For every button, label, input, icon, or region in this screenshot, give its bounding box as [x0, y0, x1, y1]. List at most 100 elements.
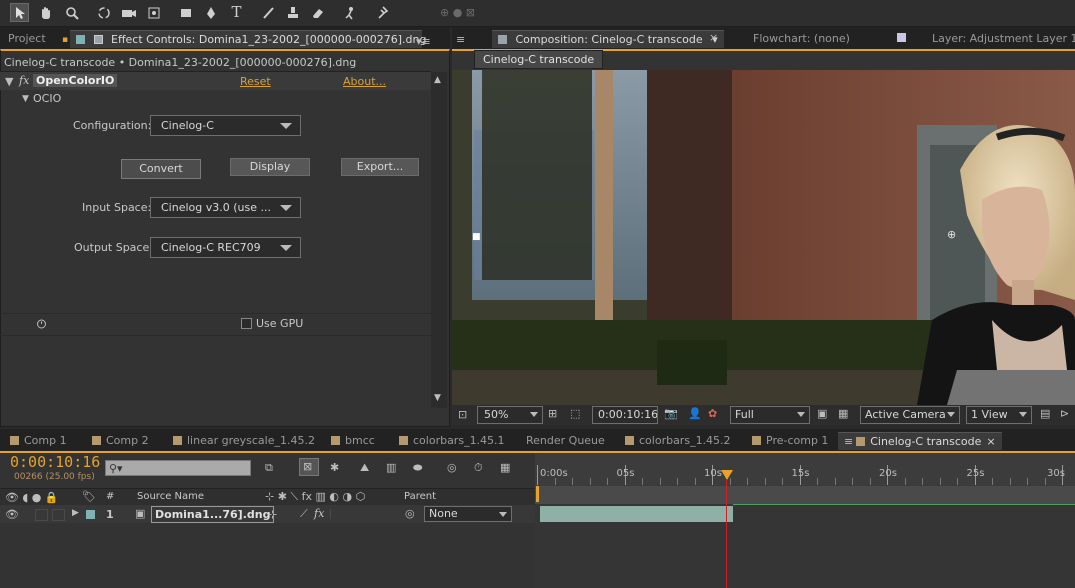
pan-behind-tool-icon[interactable] [144, 3, 163, 22]
anchor-point-icon[interactable]: ⊕ [947, 229, 956, 240]
zoom-dropdown[interactable]: 50% [477, 406, 543, 424]
tab-composition[interactable]: Composition: Cinelog-C transcode ▾ [492, 30, 724, 48]
tab-effect-controls[interactable]: Effect Controls: Domina1_23-2002_[000000… [70, 30, 426, 48]
tab-flowchart[interactable]: Flowchart: (none) [747, 30, 856, 47]
tab-cinelog-transcode[interactable]: ≡ Cinelog-C transcode × [838, 432, 1002, 450]
use-gpu-checkbox[interactable] [241, 318, 252, 329]
resolution-dropdown[interactable]: Full [730, 406, 810, 424]
camera-tool-icon[interactable] [119, 3, 138, 22]
convert-button[interactable]: Convert [121, 159, 201, 179]
shy-switch-icon[interactable]: ⊹ [268, 509, 277, 520]
layer-handle-icon[interactable]: ■ [472, 233, 481, 242]
fx-icon[interactable]: fx [19, 74, 29, 87]
export-button[interactable]: Export... [341, 158, 419, 176]
composition-viewer[interactable]: ■ ⊕ [452, 70, 1075, 405]
rotation-tool-icon[interactable] [94, 3, 113, 22]
roto-brush-tool-icon[interactable] [340, 3, 359, 22]
collapse-arrow-icon[interactable]: ▼ [5, 76, 13, 87]
draft-3d-icon[interactable]: ✱ [330, 462, 339, 473]
frame-blending-icon[interactable]: ▥ [386, 462, 396, 473]
reset-link[interactable]: Reset [240, 75, 271, 88]
ocio-collapse-icon[interactable]: ▼ [22, 95, 29, 104]
close-icon[interactable]: × [709, 32, 718, 43]
auto-keyframe-icon[interactable]: ⏱ [474, 462, 483, 473]
tab-comp-2[interactable]: Comp 2 [86, 432, 155, 449]
comp-name-tab[interactable]: Cinelog-C transcode [474, 50, 604, 69]
tab-render-queue[interactable]: Render Queue [520, 432, 611, 449]
eye-icon[interactable]: 👁 [5, 509, 19, 520]
about-link[interactable]: About... [343, 75, 386, 88]
menu-icon[interactable]: ≡ [456, 34, 465, 45]
layer-label-color[interactable] [86, 510, 95, 519]
tab-layer[interactable]: Layer: Adjustment Layer 1 [926, 30, 1075, 47]
fast-previews-icon[interactable]: ⊳ [1060, 408, 1069, 419]
grid-icon[interactable]: ⊞ [548, 408, 557, 419]
tab-bmcc[interactable]: bmcc [325, 432, 381, 449]
scrollbar[interactable]: ▲ ▼ [431, 72, 447, 408]
tab-colorbars-1451[interactable]: colorbars_1.45.1 [393, 432, 511, 449]
axis-mode-icon[interactable]: ⊕ ● ⊠ [440, 7, 475, 18]
work-area-bar[interactable] [535, 486, 1075, 504]
current-time-display[interactable]: 0:00:10:16 [10, 453, 100, 471]
tab-comp-1[interactable]: Comp 1 [4, 432, 73, 449]
brainstorm-icon[interactable]: ◎ [447, 462, 457, 473]
snapshot-icon[interactable]: 📷 [664, 408, 678, 419]
display-button[interactable]: Display [230, 158, 310, 176]
output-space-dropdown[interactable]: Cinelog-C REC709 [150, 237, 301, 258]
hide-shy-icon[interactable]: ⛰ [360, 462, 369, 473]
transparency-grid-icon[interactable]: ▦ [838, 408, 848, 419]
hand-tool-icon[interactable] [36, 3, 55, 22]
column-source-name[interactable]: Source Name [137, 491, 204, 502]
tab-project[interactable]: Project [2, 30, 52, 47]
show-snapshot-icon[interactable]: 👤 [688, 408, 702, 419]
playhead-handle[interactable] [721, 470, 733, 480]
layer-duration-bar[interactable] [540, 506, 733, 522]
layer-name[interactable]: Domina1...76].dng [151, 506, 275, 523]
selection-tool-icon[interactable] [10, 3, 29, 22]
comp-panel-tabbar: ≡ Composition: Cinelog-C transcode ▾ × F… [452, 27, 1075, 49]
tab-pre-comp-1[interactable]: Pre-comp 1 [746, 432, 834, 449]
lock-toggle[interactable] [52, 509, 65, 521]
scroll-down-icon[interactable]: ▼ [434, 394, 441, 403]
channel-icon[interactable]: ✿ [708, 408, 717, 419]
tab-colorbars-1452[interactable]: colorbars_1.45.2 [619, 432, 737, 449]
mask-visibility-icon[interactable]: ⬚ [570, 408, 580, 419]
eraser-tool-icon[interactable] [308, 3, 327, 22]
brush-tool-icon[interactable] [258, 3, 277, 22]
input-space-dropdown[interactable]: Cinelog v3.0 (use ... [150, 197, 301, 218]
effect-name[interactable]: OpenColorIO [33, 74, 118, 87]
zoom-tool-icon[interactable] [62, 3, 81, 22]
live-update-button[interactable]: ⊠ [299, 458, 319, 476]
expand-arrow-icon[interactable]: ▶ [72, 509, 79, 518]
graph-editor-icon[interactable]: ▦ [500, 462, 510, 473]
type-tool-icon[interactable]: T [227, 3, 246, 22]
panel-menu-icon[interactable]: ▾≡ [416, 36, 431, 47]
column-parent[interactable]: Parent [404, 491, 436, 502]
comp-mini-flowchart-icon[interactable]: ⧉ [265, 462, 273, 473]
configuration-dropdown[interactable]: Cinelog-C [150, 115, 301, 136]
parent-dropdown[interactable]: None [424, 506, 512, 522]
search-input[interactable]: ⚲▾ [105, 460, 251, 476]
motion-blur-icon[interactable]: ⬬ [413, 462, 422, 473]
stopwatch-icon[interactable] [36, 318, 47, 331]
solo-toggle[interactable] [35, 509, 48, 521]
pickwhip-icon[interactable]: ◎ [405, 508, 415, 519]
rectangle-tool-icon[interactable] [176, 3, 195, 22]
region-of-interest-icon[interactable]: ▣ [817, 408, 827, 419]
puppet-pin-tool-icon[interactable] [372, 3, 391, 22]
clone-stamp-tool-icon[interactable] [283, 3, 302, 22]
playhead-line[interactable] [726, 480, 727, 588]
tab-linear-greyscale[interactable]: linear greyscale_1.45.2 [167, 432, 321, 449]
scroll-up-icon[interactable]: ▲ [434, 76, 441, 85]
view-layout-dropdown[interactable]: 1 View [966, 406, 1032, 424]
quality-switch-icon[interactable]: ⟋ [300, 508, 308, 519]
toggle-pixel-aspect-icon[interactable]: ▤ [1040, 408, 1050, 419]
always-preview-icon[interactable]: ⊡ [458, 409, 467, 420]
timecode-field[interactable]: 0:00:10:16 [592, 406, 658, 424]
work-area-start-handle[interactable] [536, 486, 539, 502]
pen-tool-icon[interactable] [201, 3, 220, 22]
close-icon[interactable]: × [986, 435, 995, 448]
effects-switch-icon[interactable]: fx [314, 507, 324, 520]
timeline-tabs: Comp 1 Comp 2 linear greyscale_1.45.2 bm… [0, 429, 1075, 451]
camera-dropdown[interactable]: Active Camera [860, 406, 960, 424]
